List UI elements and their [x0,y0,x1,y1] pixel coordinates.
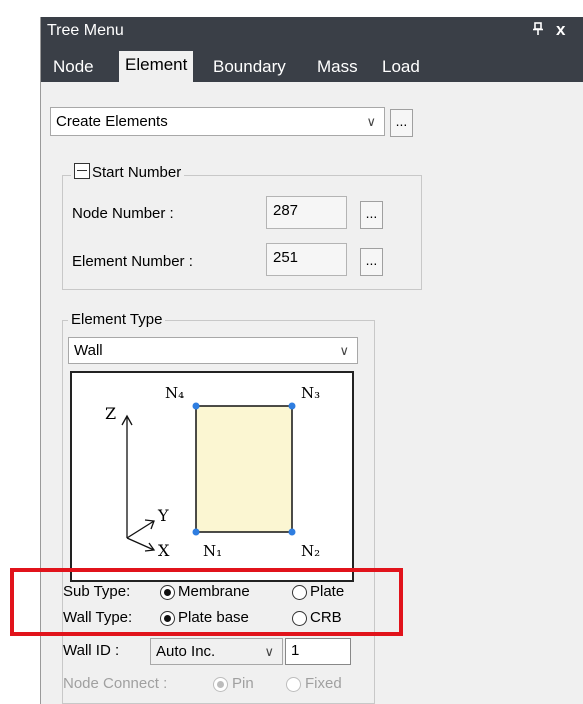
mode-select-value: Create Elements [56,113,168,130]
node-label-n1: N₁ [203,542,222,560]
tab-element[interactable]: Element [119,51,194,82]
wall-id-label: Wall ID : [63,642,120,659]
mode-select[interactable]: Create Elements ∨ [50,107,385,136]
wall-element-face [195,405,293,533]
tab-boundary[interactable]: Boundary [207,53,292,82]
node-number-field[interactable]: 287 [266,196,347,229]
tab-bar: Node Element Boundary Mass Load [41,47,583,82]
chevron-down-icon: ∨ [264,644,274,659]
element-type-value: Wall [74,342,103,359]
tab-load[interactable]: Load [376,53,426,82]
element-number-label: Element Number : [72,253,193,270]
element-type-legend: Element Type [68,311,166,328]
node-connect-label: Node Connect : [63,675,168,692]
node-marker-n2 [288,528,296,536]
start-number-legend[interactable]: Start Number [71,163,185,181]
mode-more-button[interactable]: ... [390,109,413,137]
close-icon[interactable]: x [556,20,565,40]
collapse-icon[interactable] [74,163,90,179]
node-marker-n4 [192,402,200,410]
panel-title: Tree Menu [47,22,124,39]
tab-node[interactable]: Node [47,53,100,82]
element-diagram: Z Y X N₄ N₃ N₁ N₂ [70,371,354,582]
node-number-more-button[interactable]: ... [360,201,383,229]
start-number-title: Start Number [92,164,182,181]
tab-mass[interactable]: Mass [311,53,364,82]
axis-label-z: Z [105,404,116,423]
chevron-down-icon: ∨ [366,114,376,129]
wall-id-mode-select[interactable]: Auto Inc. ∨ [150,638,283,665]
y-axis-line [126,520,155,539]
axis-label-y: Y [157,506,169,525]
wall-element-figure: Z Y X N₄ N₃ N₁ N₂ [105,384,320,560]
highlight-box [10,568,403,636]
node-connect-pin-label[interactable]: Pin [232,675,254,692]
element-number-field[interactable]: 251 [266,243,347,276]
node-connect-pin-radio[interactable] [213,677,228,692]
node-number-label: Node Number : [72,205,174,222]
element-number-more-button[interactable]: ... [360,248,383,276]
chevron-down-icon: ∨ [339,343,349,358]
node-connect-fixed-radio[interactable] [286,677,301,692]
axis-label-x: X [158,541,170,560]
panel-titlebar: Tree Menu x [41,17,583,47]
node-marker-n3 [288,402,296,410]
node-label-n3: N₃ [301,384,320,402]
node-label-n4: N₄ [165,384,184,402]
wall-id-field[interactable]: 1 [285,638,351,665]
wall-id-mode-value: Auto Inc. [156,643,216,660]
node-connect-fixed-label[interactable]: Fixed [305,675,342,692]
node-marker-n1 [192,528,200,536]
pin-icon[interactable] [532,22,544,40]
node-label-n2: N₂ [301,542,320,560]
element-type-select[interactable]: Wall ∨ [68,337,358,364]
